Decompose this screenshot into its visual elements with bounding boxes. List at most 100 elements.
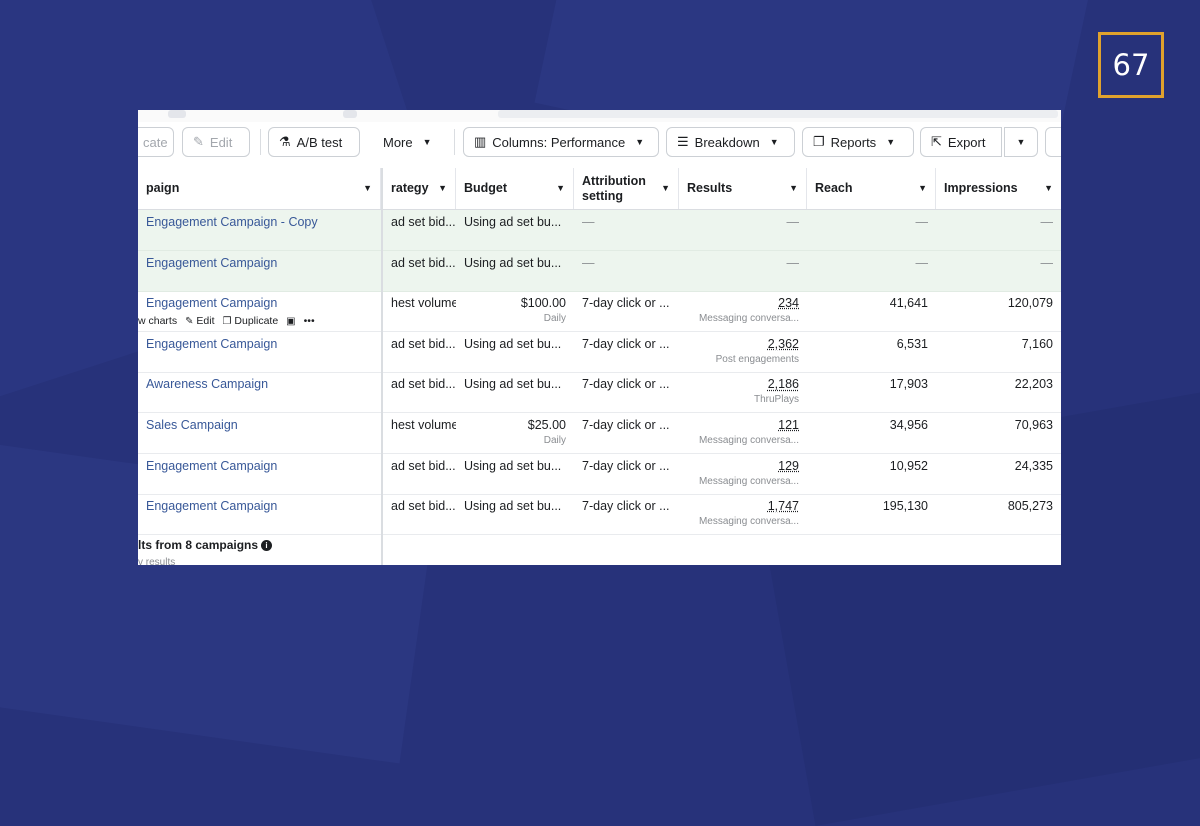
table-row[interactable]: Engagement Campaign - Copy ad set bid... U… (138, 210, 1061, 251)
cell-reach: 6,531 (896, 336, 928, 351)
column-header-campaign[interactable]: paign ▼ (138, 168, 381, 209)
column-header-results[interactable]: Results ▼ (679, 168, 807, 209)
ab-test-button[interactable]: ⚗ A/B test (268, 127, 360, 157)
cell-results: — (786, 255, 800, 270)
cell-results: 129 Messaging conversa... (698, 458, 799, 487)
cell-budget: Using ad set bu... (464, 499, 562, 514)
cell-strategy: ad set bid... (391, 377, 456, 392)
cell-name[interactable]: Engagement Campaign (138, 291, 381, 313)
cell-name[interactable]: Engagement Campaign (138, 494, 381, 534)
more-options-icon[interactable]: ••• (304, 315, 315, 327)
cell-strategy: ad set bid... (391, 215, 456, 229)
table-row[interactable]: Engagement Campaign ad set bid... Using ad… (138, 494, 1061, 536)
cell-strategy: ad set bid... (391, 499, 456, 514)
cell-impressions: 70,963 (1014, 418, 1053, 432)
ads-manager-screenshot: cate ✎ Edit ⚗ A/B test More ▼ ▥ Columns:… (138, 110, 1061, 565)
caret-down-icon: ▼ (1016, 137, 1026, 147)
page-number: 67 (1112, 48, 1150, 82)
cell-attribution: 7-day click or ... (582, 418, 670, 432)
cell-name[interactable]: Sales Campaign (138, 413, 381, 453)
duplicate-button[interactable]: cate (138, 127, 174, 157)
caret-down-icon: ▼ (886, 137, 896, 147)
cell-results: — (786, 215, 800, 229)
cell-name[interactable]: Engagement Campaign (138, 454, 381, 494)
table-footer: lts from 8 campaigns i (138, 538, 273, 552)
caret-down-icon: ▼ (789, 183, 798, 193)
cell-strategy: ad set bid... (391, 336, 456, 351)
cell-attribution: — (582, 215, 595, 229)
cell-reach: 41,641 (889, 296, 928, 311)
cell-strategy: ad set bid... (391, 458, 456, 473)
edit-button[interactable]: ✎ Edit (182, 127, 250, 157)
caret-down-icon: ▼ (1044, 183, 1053, 193)
cell-budget: Using ad set bu... (464, 215, 562, 229)
columns-icon: ▥ (474, 134, 487, 149)
pencil-icon: ✎ (193, 134, 204, 149)
caret-down-icon: ▼ (918, 183, 927, 193)
cell-results: 1,747 Messaging conversa... (698, 499, 799, 528)
cell-budget: Using ad set bu... (464, 458, 562, 473)
cell-results: 121 Messaging conversa... (698, 418, 799, 446)
table-row[interactable]: Engagement Campaign ad set bid... Using ad… (138, 250, 1061, 292)
breakdown-dropdown[interactable]: ☰ Breakdown ▼ (666, 127, 795, 157)
cell-name[interactable]: Engagement Campaign - Copy (138, 210, 381, 250)
reports-icon: ❐ (813, 134, 825, 149)
table-header: paign ▼ rategy ▼ Budget ▼ Attribution se… (138, 168, 1061, 210)
caret-down-icon: ▼ (438, 183, 447, 193)
cell-results: 2,186 ThruPlays (753, 377, 799, 406)
overflow-button[interactable] (1045, 127, 1061, 157)
column-header-reach[interactable]: Reach ▼ (807, 168, 936, 209)
cell-name[interactable]: Engagement Campaign (138, 251, 381, 291)
cell-impressions: — (1040, 215, 1054, 229)
cell-budget: Using ad set bu... (464, 255, 562, 270)
caret-down-icon: ▼ (422, 137, 432, 147)
table-row[interactable]: Awareness Campaign ad set bid... Using ad … (138, 372, 1061, 414)
column-header-budget[interactable]: Budget ▼ (456, 168, 574, 209)
row-edit-link[interactable]: ✎ Edit (185, 315, 214, 327)
cell-name[interactable]: Engagement Campaign (138, 332, 381, 372)
cell-impressions: — (1040, 255, 1054, 270)
row-duplicate-link[interactable]: ❐ Duplicate (223, 315, 279, 327)
cell-impressions: 22,203 (1014, 377, 1053, 392)
cell-strategy: ad set bid... (391, 255, 456, 270)
flask-icon: ⚗ (279, 134, 291, 149)
duplicate-icon: ❐ (222, 316, 232, 328)
reports-dropdown[interactable]: ❐ Reports ▼ (802, 127, 914, 157)
export-options-button[interactable]: ▼ (1004, 127, 1038, 157)
cell-strategy: hest volume (391, 296, 456, 311)
table-row[interactable]: Engagement Campaign ad set bid... Using ad… (138, 454, 1061, 495)
export-icon: ⇱ (931, 134, 942, 149)
cell-budget: Using ad set bu... (464, 377, 562, 392)
caret-down-icon: ▼ (635, 137, 645, 147)
columns-dropdown[interactable]: ▥ Columns: Performance ▼ (463, 127, 659, 157)
table-row[interactable]: Engagement Campaign hest volume $100.00 Dai… (138, 291, 1061, 333)
more-button[interactable]: More ▼ (372, 127, 440, 157)
breakdown-icon: ☰ (677, 134, 689, 149)
top-strip (138, 110, 1061, 122)
cell-attribution: 7-day click or ... (582, 336, 670, 351)
column-header-attribution[interactable]: Attribution setting ▼ (574, 168, 679, 209)
page-number-badge: 67 (1098, 32, 1164, 98)
cell-attribution: 7-day click or ... (582, 296, 670, 311)
image-icon[interactable]: ▣ (286, 316, 295, 327)
table-row[interactable]: Sales Campaign hest volume $25.00 Daily 7-da… (138, 413, 1061, 454)
cell-attribution: 7-day click or ... (582, 377, 670, 392)
cell-reach: 10,952 (889, 458, 928, 473)
cell-reach: 34,956 (889, 418, 928, 432)
column-header-strategy[interactable]: rategy ▼ (383, 168, 456, 209)
info-icon[interactable]: i (261, 540, 273, 551)
cell-name[interactable]: Awareness Campaign (138, 372, 381, 412)
cell-attribution: — (582, 255, 595, 270)
table-row[interactable]: Engagement Campaign ad set bid... Using ad… (138, 332, 1061, 373)
row-actions: w charts ✎ Edit ❐ Duplicate ▣ ••• (138, 315, 315, 327)
cell-impressions: 805,273 (1007, 499, 1053, 514)
cell-budget: Using ad set bu... (464, 336, 562, 351)
cell-reach: — (915, 215, 929, 229)
cell-reach: — (915, 255, 929, 270)
export-button[interactable]: ⇱ Export (920, 127, 1002, 157)
toolbar: cate ✎ Edit ⚗ A/B test More ▼ ▥ Columns:… (138, 127, 1061, 159)
cell-impressions: 120,079 (1007, 296, 1053, 311)
cell-attribution: 7-day click or ... (582, 458, 670, 473)
column-header-impressions[interactable]: Impressions ▼ (936, 168, 1061, 209)
view-charts-link[interactable]: w charts (138, 315, 177, 327)
